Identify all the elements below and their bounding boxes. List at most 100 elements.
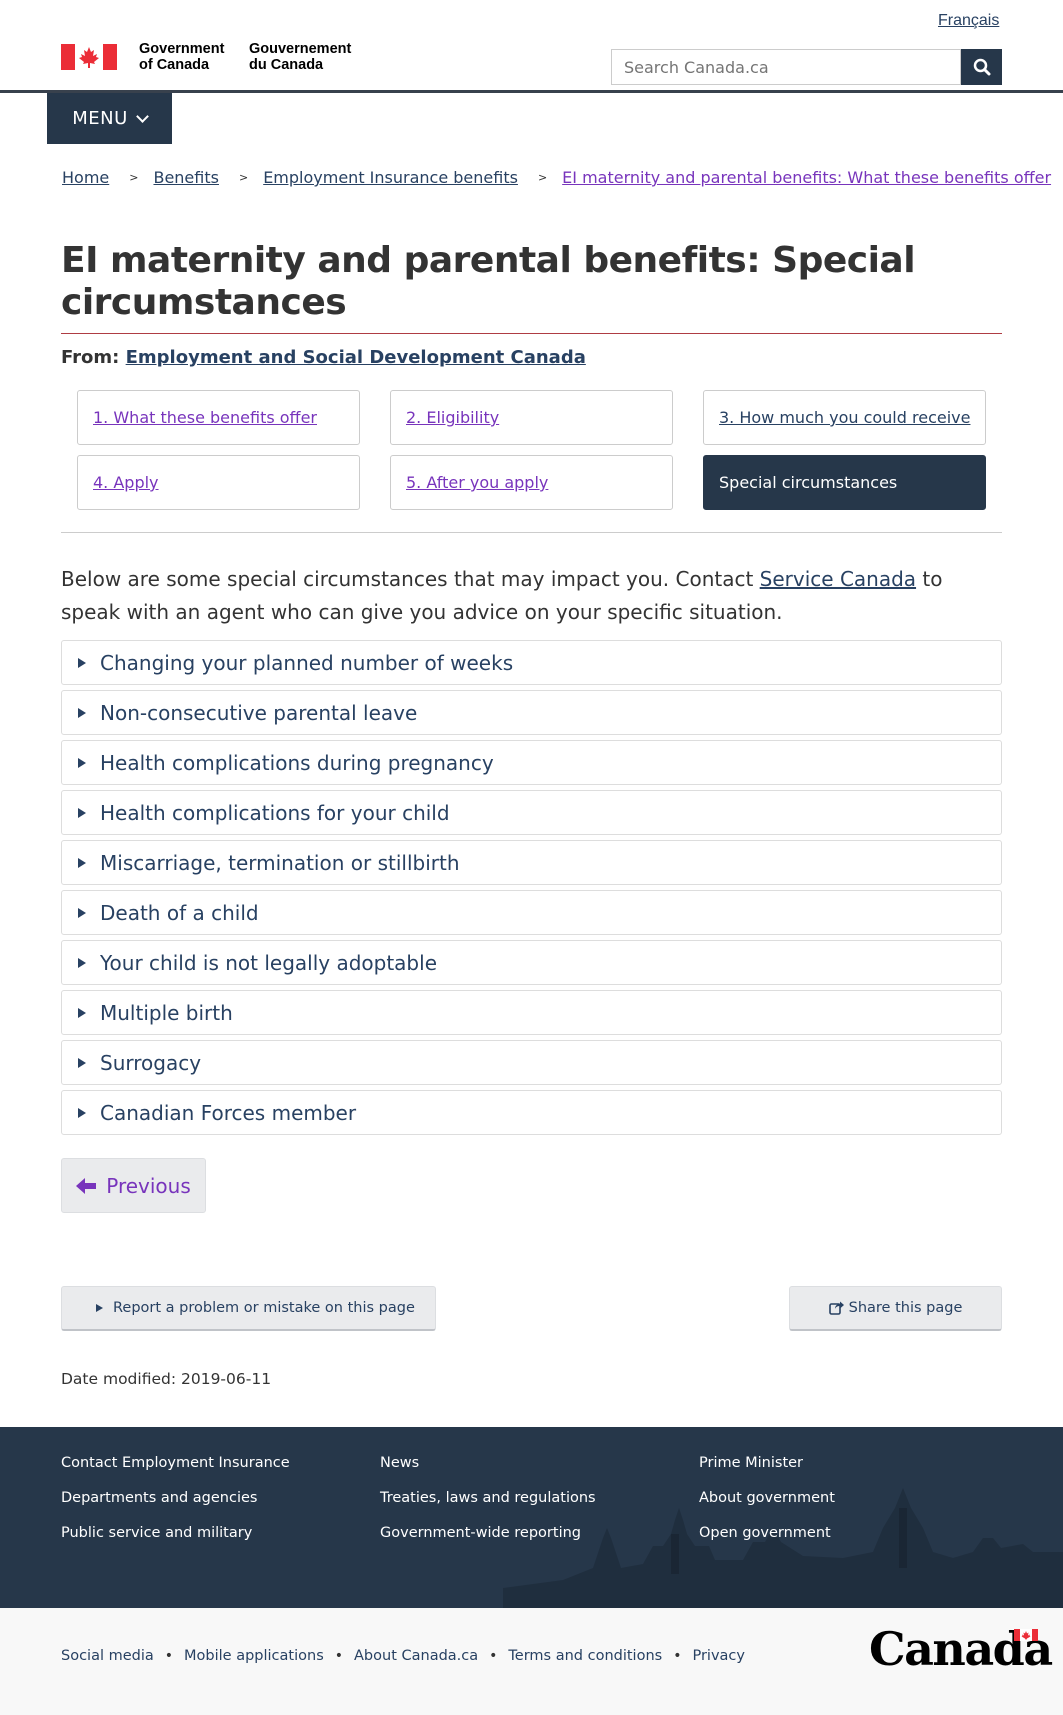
details-summary: Changing your planned number of weeks (100, 650, 514, 675)
step-label[interactable]: 4. Apply (93, 473, 159, 492)
details-summary: Your child is not legally adoptable (100, 950, 437, 975)
service-canada-link[interactable]: Service Canada (760, 567, 916, 591)
details-health-child[interactable]: Health complications for your child (61, 790, 1002, 835)
gov-fr-line2: du Canada (249, 57, 324, 73)
details-surrogacy[interactable]: Surrogacy (61, 1040, 1002, 1085)
breadcrumb-separator-icon: > (537, 171, 548, 184)
search-button[interactable] (961, 49, 1002, 85)
expand-triangle-icon (78, 957, 86, 968)
search-input[interactable] (611, 49, 961, 85)
language-toggle-link[interactable]: Français (938, 12, 999, 30)
step-label[interactable]: 5. After you apply (406, 473, 548, 492)
canada-flag-icon (61, 44, 117, 70)
step-label: Special circumstances (719, 473, 898, 492)
share-label: Share this page (848, 1300, 963, 1316)
details-not-adoptable[interactable]: Your child is not legally adoptable (61, 940, 1002, 985)
step-label[interactable]: 1. What these benefits offer (93, 408, 317, 427)
page-title: EI maternity and parental benefits: Spec… (61, 240, 916, 323)
details-multiple-birth[interactable]: Multiple birth (61, 990, 1002, 1035)
details-changing-planned-weeks[interactable]: Changing your planned number of weeks (61, 640, 1002, 685)
menu-button[interactable]: MENU (47, 93, 172, 144)
footer-link-public-service[interactable]: Public service and military (61, 1525, 252, 1541)
details-health-pregnancy[interactable]: Health complications during pregnancy (61, 740, 1002, 785)
bullet-separator: • (673, 1648, 682, 1664)
bullet-separator: • (334, 1648, 344, 1664)
details-summary: Surrogacy (100, 1050, 202, 1075)
details-canadian-forces[interactable]: Canadian Forces member (61, 1090, 1002, 1135)
intro-text-before: Below are some special circumstances tha… (61, 567, 760, 591)
share-page-button[interactable]: Share this page (789, 1286, 1002, 1331)
expand-triangle-icon (96, 1304, 103, 1312)
details-summary: Health complications during pregnancy (100, 750, 494, 775)
details-summary: Multiple birth (100, 1000, 233, 1025)
expand-triangle-icon (78, 757, 86, 768)
step-after-you-apply[interactable]: 5. After you apply (390, 455, 673, 510)
report-problem-button[interactable]: Report a problem or mistake on this page (61, 1286, 436, 1331)
steps-divider (61, 532, 1002, 533)
breadcrumb-ei-benefits[interactable]: Employment Insurance benefits (263, 168, 518, 187)
footer-link-about-government[interactable]: About government (699, 1490, 835, 1506)
details-summary: Miscarriage, termination or stillbirth (100, 850, 460, 875)
bullet-separator: • (489, 1648, 498, 1664)
gov-en-line2: of Canada (139, 57, 210, 73)
expand-triangle-icon (78, 1057, 86, 1068)
expand-triangle-icon (78, 807, 86, 818)
breadcrumb-separator-icon: > (238, 171, 249, 184)
footer-link-reporting[interactable]: Government-wide reporting (380, 1525, 581, 1541)
previous-button[interactable]: Previous (61, 1158, 206, 1213)
step-label[interactable]: 2. Eligibility (406, 408, 499, 427)
step-special-circumstances-current: Special circumstances (703, 455, 986, 510)
gov-fr-line1: Gouvernement (249, 41, 352, 57)
footer-sub-link-social[interactable]: Social media (61, 1648, 154, 1664)
menu-label: MENU (72, 108, 128, 129)
footer-sub-link-about[interactable]: About Canada.ca (354, 1648, 478, 1664)
chevron-down-icon (135, 109, 149, 123)
from-line: From: Employment and Social Development … (61, 347, 586, 368)
previous-label: Previous (106, 1173, 191, 1198)
gov-en-line1: Government (139, 41, 225, 57)
footer-link-news[interactable]: News (380, 1455, 419, 1471)
expand-triangle-icon (78, 857, 86, 868)
details-summary: Health complications for your child (100, 800, 450, 825)
details-miscarriage[interactable]: Miscarriage, termination or stillbirth (61, 840, 1002, 885)
footer-link-departments[interactable]: Departments and agencies (61, 1490, 257, 1506)
government-of-canada-signature-fr[interactable]: Gouvernement du Canada (249, 41, 351, 73)
footer-link-treaties[interactable]: Treaties, laws and regulations (380, 1490, 596, 1506)
footer-link-prime-minister[interactable]: Prime Minister (699, 1455, 803, 1471)
footer-sub-link-mobile[interactable]: Mobile applications (184, 1648, 324, 1664)
footer-sub-link-privacy[interactable]: Privacy (692, 1648, 745, 1664)
department-link[interactable]: Employment and Social Development Canada (126, 347, 586, 368)
report-label: Report a problem or mistake on this page (113, 1300, 415, 1316)
expand-triangle-icon (78, 657, 86, 668)
search-icon (973, 58, 990, 76)
expand-triangle-icon (78, 907, 86, 918)
from-label: From: (61, 347, 120, 368)
expand-triangle-icon (78, 1107, 86, 1118)
expand-triangle-icon (78, 1007, 86, 1018)
government-of-canada-signature-en[interactable]: Government of Canada (139, 41, 224, 73)
details-death-of-child[interactable]: Death of a child (61, 890, 1002, 935)
breadcrumb-benefits[interactable]: Benefits (153, 168, 219, 187)
share-icon (828, 1301, 844, 1315)
breadcrumb-home[interactable]: Home (62, 168, 109, 187)
details-non-consecutive-leave[interactable]: Non-consecutive parental leave (61, 690, 1002, 735)
breadcrumb-what-these-benefits-offer[interactable]: EI maternity and parental benefits: What… (562, 168, 1051, 187)
intro-paragraph: Below are some special circumstances tha… (61, 563, 1006, 629)
step-label[interactable]: 3. How much you could receive (719, 408, 970, 427)
arrow-left-icon (76, 1177, 97, 1194)
step-apply[interactable]: 4. Apply (77, 455, 360, 510)
footer-sub-links: Social media • Mobile applications • Abo… (61, 1648, 745, 1664)
footer-link-open-government[interactable]: Open government (699, 1525, 831, 1541)
expand-triangle-icon (78, 707, 86, 718)
step-how-much-you-could-receive[interactable]: 3. How much you could receive (703, 390, 986, 445)
details-summary: Non-consecutive parental leave (100, 700, 418, 725)
footer-link-contact-ei[interactable]: Contact Employment Insurance (61, 1455, 290, 1471)
details-summary: Death of a child (100, 900, 259, 925)
step-what-these-benefits-offer[interactable]: 1. What these benefits offer (77, 390, 360, 445)
canada-wordmark-flag-icon (1014, 1629, 1038, 1641)
step-eligibility[interactable]: 2. Eligibility (390, 390, 673, 445)
title-underline (61, 333, 1002, 334)
footer-main: Contact Employment Insurance Departments… (0, 1427, 1063, 1608)
footer-sub-link-terms[interactable]: Terms and conditions (508, 1648, 662, 1664)
details-summary: Canadian Forces member (100, 1100, 357, 1125)
